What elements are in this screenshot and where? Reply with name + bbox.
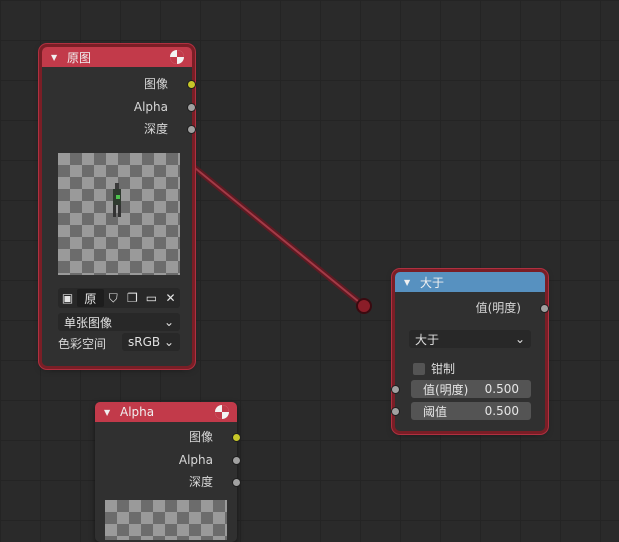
image-node-header[interactable]: ▼ 原图 <box>42 47 192 67</box>
alpha-output-image-label: 图像 <box>188 430 213 444</box>
alpha-image-preview <box>105 500 227 540</box>
alpha-output-image-socket[interactable] <box>232 433 241 442</box>
math-operation-dropdown[interactable]: 大于 ⌄ <box>409 330 531 348</box>
output-alpha-socket[interactable] <box>187 103 196 112</box>
output-value-socket[interactable] <box>540 304 549 313</box>
preview-figure <box>113 183 121 217</box>
output-value-label: 值(明度) <box>475 301 521 315</box>
color-space-value: sRGB <box>128 335 161 349</box>
input-threshold-number: 0.500 <box>484 404 519 418</box>
greater-node-header[interactable]: ▼ 大于 <box>395 272 545 292</box>
alpha-output-alpha-socket[interactable] <box>232 456 241 465</box>
chevron-down-icon: ⌄ <box>163 315 174 329</box>
image-datablock-toolbar: ▣ 原 ⛉ ❐ ▭ ✕ <box>58 288 180 308</box>
chevron-down-icon[interactable]: ▼ <box>51 53 61 62</box>
folder-icon[interactable]: ▭ <box>142 288 161 308</box>
image-source-dropdown[interactable]: 单张图像 ⌄ <box>58 313 180 331</box>
input-threshold-field[interactable]: 阈值 0.500 <box>411 402 531 420</box>
color-space-dropdown[interactable]: sRGB ⌄ <box>122 333 180 351</box>
alpha-node-title: Alpha <box>120 405 155 419</box>
clamp-label: 钳制 <box>431 362 456 376</box>
image-node-icon <box>215 405 229 419</box>
greater-node-title: 大于 <box>420 275 445 290</box>
output-image-label: 图像 <box>143 77 168 91</box>
chevron-down-icon: ⌄ <box>514 332 525 346</box>
image-source-value: 单张图像 <box>64 315 113 330</box>
color-space-label: 色彩空间 <box>58 337 107 351</box>
clamp-checkbox[interactable] <box>413 362 425 375</box>
shield-icon[interactable]: ⛉ <box>104 288 123 308</box>
alpha-output-alpha-label: Alpha <box>178 453 213 467</box>
input-value-socket[interactable] <box>391 385 400 394</box>
output-image-socket[interactable] <box>187 80 196 89</box>
math-operation-value: 大于 <box>415 332 440 347</box>
chevron-down-icon[interactable]: ▼ <box>404 278 414 287</box>
image-name-field[interactable]: 原 <box>77 289 104 307</box>
chevron-down-icon: ⌄ <box>163 335 174 349</box>
input-threshold-socket[interactable] <box>391 407 400 416</box>
link-endpoint-end[interactable] <box>356 298 372 314</box>
alpha-output-depth-socket[interactable] <box>232 478 241 487</box>
output-depth-label: 深度 <box>143 122 168 136</box>
close-icon[interactable]: ✕ <box>161 288 180 308</box>
alpha-output-depth-label: 深度 <box>188 475 213 489</box>
image-node-icon <box>170 50 184 64</box>
chevron-down-icon[interactable]: ▼ <box>104 408 114 417</box>
greater-than-node[interactable]: ▼ 大于 值(明度) 大于 ⌄ 钳制 值(明度) 0.500 阈值 0.500 <box>391 272 549 431</box>
output-depth-socket[interactable] <box>187 125 196 134</box>
input-value-number: 0.500 <box>484 382 519 396</box>
clamp-toggle[interactable]: 钳制 <box>413 360 455 377</box>
output-alpha-label: Alpha <box>133 100 168 114</box>
input-value-label: 值(明度) <box>423 382 469 397</box>
alpha-node-header[interactable]: ▼ Alpha <box>95 402 237 422</box>
alpha-node[interactable]: ▼ Alpha 图像 Alpha 深度 <box>95 402 241 542</box>
input-threshold-label: 阈值 <box>423 404 448 419</box>
image-preview <box>58 153 180 275</box>
image-browse-icon[interactable]: ▣ <box>58 288 77 308</box>
copy-icon[interactable]: ❐ <box>123 288 142 308</box>
image-node-title: 原图 <box>67 50 92 65</box>
input-value-field[interactable]: 值(明度) 0.500 <box>411 380 531 398</box>
image-node[interactable]: ▼ 原图 图像 Alpha 深度 ▣ 原 ⛉ ❐ ▭ ✕ 单张图像 ⌄ 色彩空间… <box>42 47 196 366</box>
